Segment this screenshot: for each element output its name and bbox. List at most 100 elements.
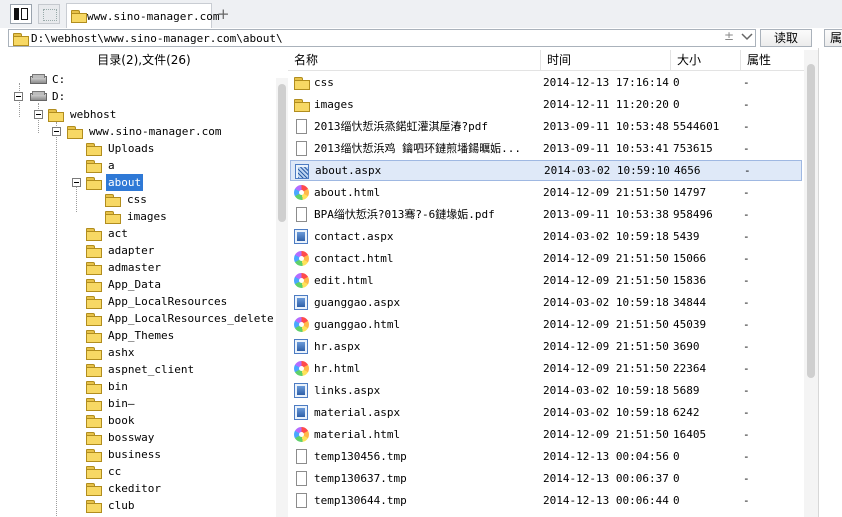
file-row[interactable]: 2013缁忕悊浜烝鍩虹灌淇垕湷?pdf 2013-09-11 10:53:48 55…: [290, 116, 802, 137]
column-time[interactable]: 时间: [541, 50, 671, 70]
file-size: 15066: [673, 252, 707, 265]
file-list-scrollbar[interactable]: [804, 50, 818, 517]
attributes-button[interactable]: 属: [824, 29, 842, 47]
html-file-icon: [294, 273, 310, 289]
file-size: 3690: [673, 340, 700, 353]
file-row[interactable]: css 2014-12-13 17:16:14 0 -: [290, 72, 802, 93]
file-time: 2014-12-09 21:51:50: [543, 252, 669, 265]
file-attr: -: [743, 384, 750, 397]
read-button[interactable]: 读取: [760, 29, 812, 47]
file-attr: -: [743, 274, 750, 287]
file-name: temp130456.tmp: [314, 450, 407, 463]
file-name: guanggao.html: [314, 318, 401, 331]
column-name[interactable]: 名称: [288, 50, 541, 70]
folder-icon: [86, 228, 102, 241]
tree-node-label: ckeditor: [108, 482, 161, 495]
folder-icon: [105, 194, 121, 207]
file-time: 2014-12-09 21:51:50: [543, 428, 669, 441]
tree-node-label: club: [108, 499, 135, 512]
tree-node-label: D:: [52, 90, 66, 103]
file-attr: -: [743, 98, 750, 111]
file-row[interactable]: temp130456.tmp 2014-12-13 00:04:56 0 -: [290, 446, 802, 467]
tree-node-label: App_Data: [108, 278, 161, 291]
file-row[interactable]: temp130637.tmp 2014-12-13 00:06:37 0 -: [290, 468, 802, 489]
tree-node-label: App_Themes: [108, 329, 175, 342]
file-row[interactable]: links.aspx 2014-03-02 10:59:18 5689 -: [290, 380, 802, 401]
tab-site[interactable]: www.sino-manager.com: [66, 3, 219, 28]
html-file-icon: [294, 251, 310, 267]
file-row[interactable]: hr.html 2014-12-09 21:51:50 22364 -: [290, 358, 802, 379]
folder-icon: [86, 449, 102, 462]
collapse-icon[interactable]: [34, 110, 43, 119]
file-row[interactable]: temp130644.tmp 2014-12-13 00:06:44 0 -: [290, 490, 802, 511]
new-tab-button[interactable]: +: [217, 5, 230, 23]
toggle-panel-icon[interactable]: [10, 4, 32, 24]
file-time: 2014-12-09 21:51:50: [543, 318, 669, 331]
file-row[interactable]: contact.html 2014-12-09 21:51:50 15066 -: [290, 248, 802, 269]
file-row[interactable]: contact.aspx 2014-03-02 10:59:18 5439 -: [290, 226, 802, 247]
file-time: 2014-03-02 10:59:18: [543, 296, 669, 309]
file-size: 5544601: [673, 120, 720, 133]
scroll-thumb[interactable]: [278, 84, 286, 222]
folder-icon: [86, 364, 102, 377]
scroll-thumb[interactable]: [807, 64, 815, 378]
file-row[interactable]: BPA缁忕悊浜?013骞?-6鏈堟姤.pdf 2013-09-11 10:53:3…: [290, 204, 802, 225]
file-name: temp130644.tmp: [314, 494, 407, 507]
file-row[interactable]: hr.aspx 2014-12-09 21:51:50 3690 -: [290, 336, 802, 357]
tab-bar: www.sino-manager.com +: [0, 0, 842, 29]
tree-summary: 目录(2),文件(26): [0, 50, 288, 70]
file-row[interactable]: about.aspx 2014-03-02 10:59:10 4656 -: [290, 160, 802, 181]
file-row[interactable]: about.html 2014-12-09 21:51:50 14797 -: [290, 182, 802, 203]
column-size[interactable]: 大小: [671, 50, 741, 70]
file-size: 0: [673, 494, 680, 507]
aspx-file-icon: [294, 229, 310, 245]
folder-icon: [86, 177, 102, 190]
file-size: 34844: [673, 296, 707, 309]
tree-node-label: bin—: [108, 397, 135, 410]
file-row[interactable]: guanggao.aspx 2014-03-02 10:59:18 34844 -: [290, 292, 802, 313]
file-row[interactable]: guanggao.html 2014-12-09 21:51:50 45039 -: [290, 314, 802, 335]
tree-scrollbar[interactable]: [276, 78, 288, 517]
tree-node-label: cc: [108, 465, 122, 478]
path-plus-toggle[interactable]: ±: [724, 29, 734, 43]
file-row[interactable]: 2013缁忕悊浜鸡 鑰呬环鏈煎墦鍚曞姤... 2013-09-11 10:53:4…: [290, 138, 802, 159]
folder-icon: [86, 483, 102, 496]
path-text: D:\webhost\www.sino-manager.com\about\: [31, 32, 283, 45]
tree-node-label: App_LocalResources: [108, 295, 228, 308]
collapse-icon[interactable]: [52, 127, 61, 136]
aspx-file-icon: [294, 405, 310, 421]
file-name: material.aspx: [314, 406, 401, 419]
document-icon: [294, 449, 310, 465]
file-name: material.html: [314, 428, 401, 441]
column-attr[interactable]: 属性: [741, 50, 804, 70]
file-row[interactable]: images 2014-12-11 11:20:20 0 -: [290, 94, 802, 115]
file-name: hr.aspx: [314, 340, 361, 353]
file-time: 2014-03-02 10:59:18: [543, 230, 669, 243]
file-row[interactable]: edit.html 2014-12-09 21:51:50 15836 -: [290, 270, 802, 291]
file-size: 0: [673, 472, 680, 485]
file-name: 2013缁忕悊浜烝鍩虹灌淇垕湷?pdf: [314, 120, 488, 133]
file-row[interactable]: material.aspx 2014-03-02 10:59:18 6242 -: [290, 402, 802, 423]
collapse-icon[interactable]: [72, 178, 81, 187]
file-attr: -: [743, 230, 750, 243]
tree-node-label: webhost: [70, 108, 117, 121]
tree-node-label: css: [127, 193, 147, 206]
folder-icon: [86, 466, 102, 479]
folder-icon: [86, 381, 102, 394]
file-row[interactable]: material.html 2014-12-09 21:51:50 16405 -: [290, 424, 802, 445]
path-input[interactable]: D:\webhost\www.sino-manager.com\about\: [8, 29, 756, 47]
file-time: 2013-09-11 10:53:41: [543, 142, 669, 155]
file-attr: -: [743, 450, 750, 463]
file-name: contact.html: [314, 252, 394, 265]
file-size: 0: [673, 450, 680, 463]
folder-icon: [294, 97, 310, 113]
collapse-icon[interactable]: [14, 92, 23, 101]
folder-icon: [86, 432, 102, 445]
file-size: 5439: [673, 230, 700, 243]
view-grid-icon[interactable]: [38, 4, 60, 24]
document-icon: [294, 493, 310, 509]
tree-node-label: ashx: [108, 346, 135, 359]
aspx-file-icon: [294, 383, 310, 399]
html-file-icon: [294, 317, 310, 333]
file-attr: -: [743, 186, 750, 199]
